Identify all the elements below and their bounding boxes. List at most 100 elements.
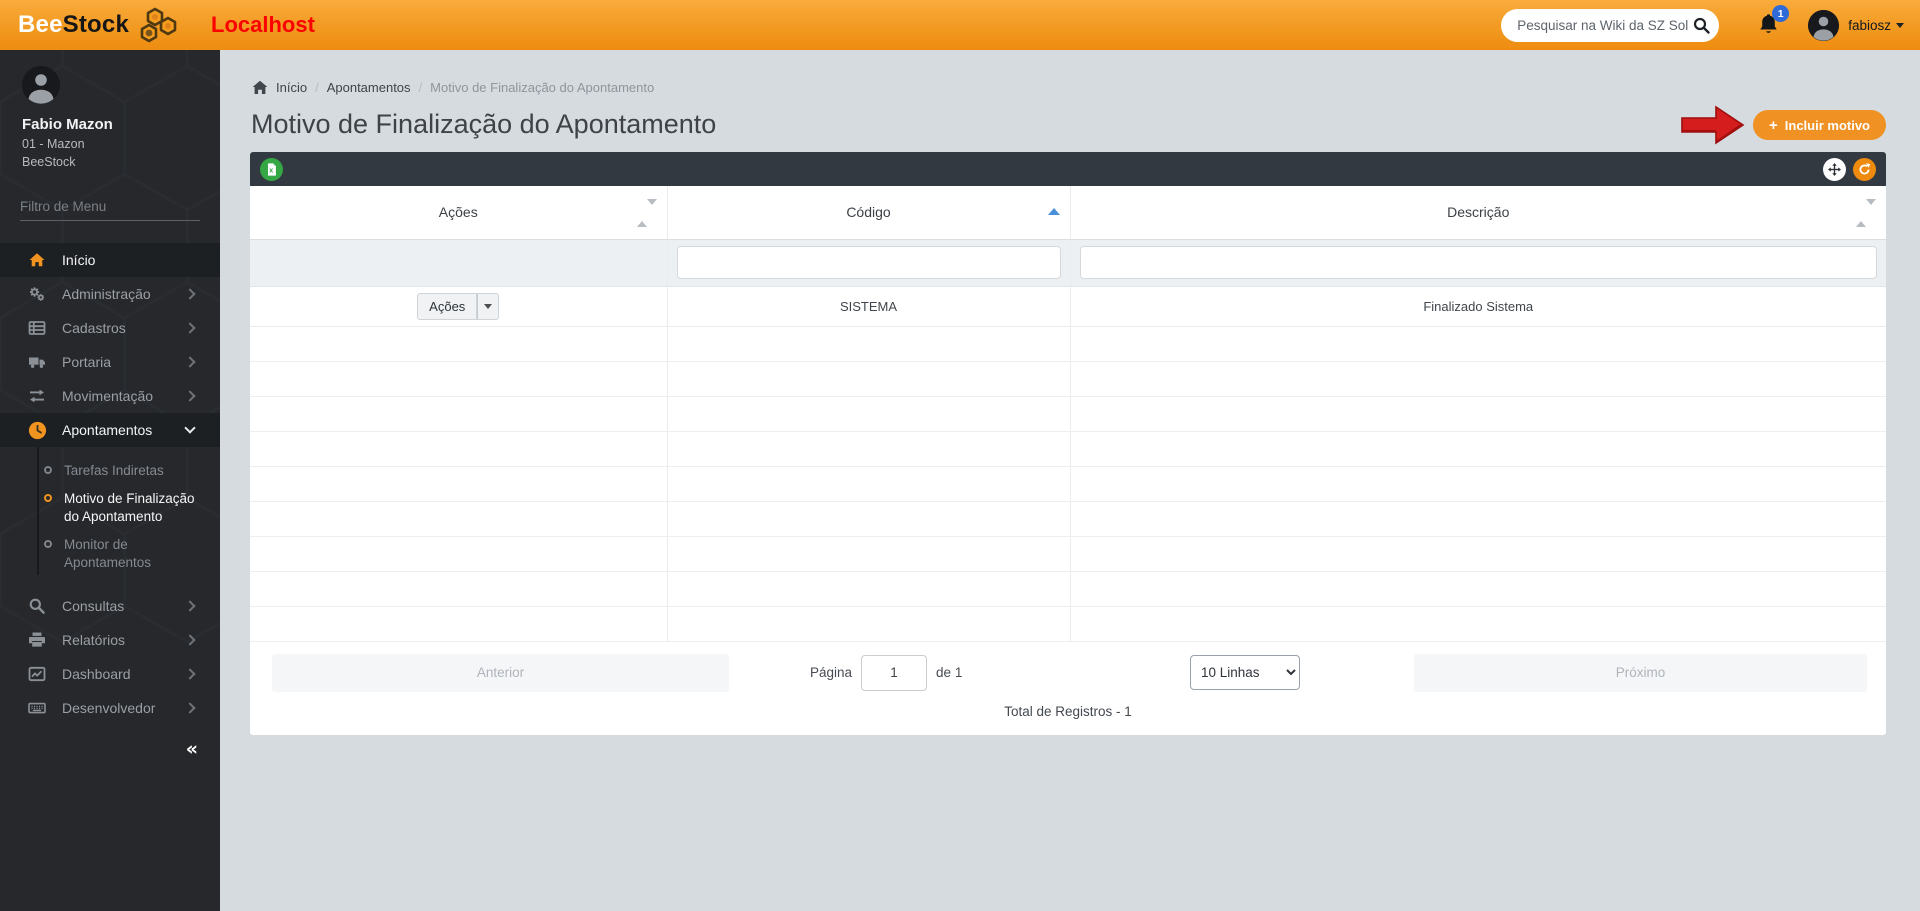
sidebar-item-label: Portaria (62, 354, 111, 370)
home-icon (28, 251, 54, 269)
add-motivo-button[interactable]: + Incluir motivo (1753, 110, 1886, 140)
empty-table-row (250, 396, 1886, 431)
chevron-right-icon (184, 634, 195, 645)
column-header-descricao[interactable]: Descrição (1070, 186, 1886, 239)
sidebar-item-portaria[interactable]: Portaria (0, 345, 220, 379)
filter-cell-acoes (250, 239, 667, 286)
user-menu[interactable]: fabiosz (1848, 18, 1904, 33)
data-grid: Ações Código Descrição (250, 186, 1886, 642)
sort-icon (1856, 205, 1876, 221)
row-descricao-cell: Finalizado Sistema (1070, 286, 1886, 326)
sidebar-user-profile: 01 - Mazon (22, 137, 220, 151)
empty-table-row (250, 536, 1886, 571)
sidebar-item-desenvolvedor[interactable]: Desenvolvedor (0, 691, 220, 725)
column-header-acoes[interactable]: Ações (250, 186, 667, 239)
sidebar-item-dashboard[interactable]: Dashboard (0, 657, 220, 691)
sidebar-item-label: Apontamentos (62, 422, 152, 438)
honeycomb-icon (135, 6, 177, 44)
sidebar-item-inicio[interactable]: Início (0, 243, 220, 277)
clock-icon (28, 421, 54, 440)
empty-table-row (250, 571, 1886, 606)
breadcrumb-apontamentos[interactable]: Apontamentos (327, 80, 411, 95)
empty-table-row (250, 326, 1886, 361)
sidebar-item-cadastros[interactable]: Cadastros (0, 311, 220, 345)
sidebar-user-name: Fabio Mazon (22, 116, 220, 133)
sidebar-item-relatorios[interactable]: Relatórios (0, 623, 220, 657)
user-menu-label: fabiosz (1848, 18, 1891, 33)
chevron-right-icon (184, 668, 195, 679)
sidebar-user-card: Fabio Mazon 01 - Mazon BeeStock (0, 50, 220, 169)
filter-cell-descricao (1070, 239, 1886, 286)
printer-icon (28, 631, 54, 649)
breadcrumb-inicio[interactable]: Início (276, 80, 307, 95)
chevron-right-icon (184, 390, 195, 401)
menu-filter-input[interactable] (20, 197, 200, 221)
sidebar-item-label: Administração (62, 286, 151, 302)
previous-page-button[interactable]: Anterior (272, 654, 729, 692)
column-header-label: Descrição (1447, 204, 1509, 220)
sidebar-item-administracao[interactable]: Administração (0, 277, 220, 311)
chevron-right-icon (184, 322, 195, 333)
bullet-icon (44, 540, 52, 548)
sidebar-item-movimentacao[interactable]: Movimentação (0, 379, 220, 413)
empty-table-row (250, 466, 1886, 501)
page-number-input[interactable] (861, 655, 927, 691)
notifications-button[interactable]: 1 (1757, 13, 1780, 37)
filter-input-descricao[interactable] (1080, 246, 1878, 279)
table-row: Ações SISTEMA Finalizado Sistema (250, 286, 1886, 326)
topbar-right: 1 fabiosz (1501, 9, 1904, 42)
page-label: Página (810, 665, 852, 680)
home-icon (252, 80, 268, 95)
list-icon (28, 319, 54, 337)
main-content: Início / Apontamentos / Motivo de Finali… (220, 50, 1920, 911)
empty-table-row (250, 501, 1886, 536)
apontamentos-submenu: Tarefas Indiretas Motivo de Finalização … (0, 447, 220, 589)
export-excel-button[interactable]: x (260, 158, 283, 181)
submenu-item-label: Tarefas Indiretas (64, 463, 164, 478)
notification-badge: 1 (1772, 5, 1789, 22)
environment-label: Localhost (211, 12, 315, 38)
chevron-right-icon (184, 600, 195, 611)
sidebar-item-label: Cadastros (62, 320, 126, 336)
user-avatar[interactable] (1808, 10, 1839, 41)
row-actions-button[interactable]: Ações (417, 293, 477, 320)
row-actions-cell: Ações (250, 286, 667, 326)
sidebar-collapse-button[interactable]: « (186, 738, 198, 760)
next-page-button[interactable]: Próximo (1414, 654, 1867, 692)
add-motivo-label: Incluir motivo (1785, 118, 1870, 133)
sidebar-item-label: Relatórios (62, 632, 125, 648)
page-size-select[interactable]: 10 Linhas (1190, 655, 1300, 690)
pagination-bar: Anterior Página de 1 10 Linhas Próximo (250, 642, 1886, 704)
brand-bee: Bee (18, 11, 63, 38)
grid-card: x (250, 152, 1886, 735)
sidebar-item-apontamentos[interactable]: Apontamentos (0, 413, 220, 447)
column-header-label: Ações (439, 204, 478, 220)
chevron-down-icon (184, 422, 195, 433)
refresh-grid-button[interactable] (1853, 158, 1876, 181)
sidebar: Fabio Mazon 01 - Mazon BeeStock Início (0, 50, 220, 911)
brand-logo[interactable]: BeeStock (18, 6, 177, 44)
sidebar-item-consultas[interactable]: Consultas (0, 589, 220, 623)
row-actions-caret-button[interactable] (477, 293, 499, 320)
topbar: BeeStock Localhost (0, 0, 1920, 50)
search-icon[interactable] (1692, 16, 1711, 35)
column-header-codigo[interactable]: Código (667, 186, 1070, 239)
sidebar-item-label: Consultas (62, 598, 124, 614)
sidebar-item-label: Início (62, 252, 95, 268)
breadcrumb-current: Motivo de Finalização do Apontamento (430, 80, 654, 95)
submenu-item-label: Motivo de Finalização do Apontamento (64, 491, 195, 524)
chevron-right-icon (184, 702, 195, 713)
submenu-item-monitor-apontamentos[interactable]: Monitor de Apontamentos (0, 531, 220, 577)
wiki-search-input[interactable] (1501, 9, 1719, 42)
move-grid-button[interactable] (1823, 158, 1846, 181)
chevron-down-icon (1896, 23, 1904, 28)
caret-down-icon (484, 304, 492, 309)
filter-input-codigo[interactable] (677, 246, 1061, 279)
empty-table-row (250, 606, 1886, 641)
sidebar-avatar (22, 66, 60, 104)
empty-table-row (250, 431, 1886, 466)
submenu-item-motivo-finalizacao[interactable]: Motivo de Finalização do Apontamento (0, 485, 220, 531)
chevron-right-icon (184, 288, 195, 299)
breadcrumb-separator: / (315, 80, 319, 95)
submenu-item-tarefas-indiretas[interactable]: Tarefas Indiretas (0, 457, 220, 485)
